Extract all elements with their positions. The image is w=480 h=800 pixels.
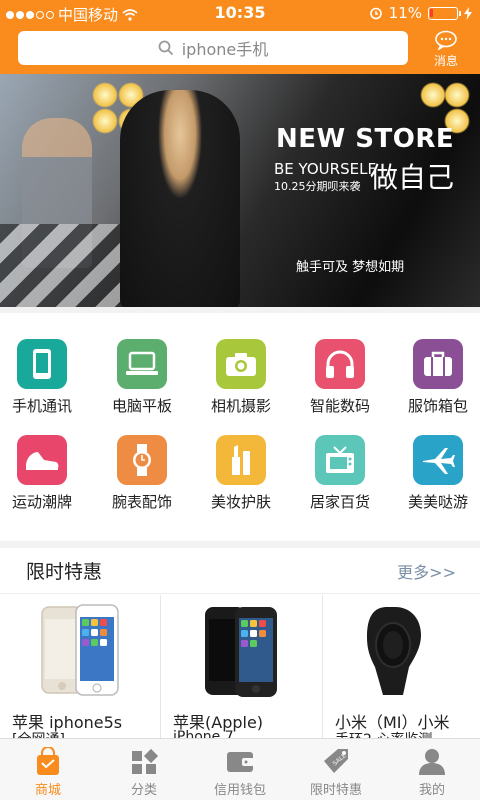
banner-big-text: 做自己 bbox=[370, 161, 455, 194]
product-image-iphone5s bbox=[41, 604, 119, 696]
category-watches[interactable]: 腕表配饰 bbox=[94, 435, 190, 535]
tab-label: 限时特惠 bbox=[309, 783, 362, 798]
banner-model-figure bbox=[120, 90, 240, 307]
status-bar: 中国移动 10:35 11% bbox=[0, 0, 480, 26]
category-travel[interactable]: 美美哒游 bbox=[390, 435, 480, 535]
tab-label: 分类 bbox=[130, 783, 157, 798]
battery-percent: 11% bbox=[388, 4, 422, 22]
category-computers[interactable]: 电脑平板 bbox=[94, 339, 190, 439]
sneaker-icon bbox=[17, 435, 67, 485]
product-card-mi-band[interactable]: 小米（MI）小米 手环2 心率监测 bbox=[323, 595, 480, 748]
lipstick-icon bbox=[216, 435, 266, 485]
wallet-icon bbox=[227, 752, 254, 772]
category-label: 美美哒游 bbox=[407, 493, 468, 511]
category-label: 美妆护肤 bbox=[210, 493, 271, 511]
flash-sale-section: 限时特惠 更多>> 苹果 iphone5s [全网通] bbox=[0, 548, 480, 748]
user-icon bbox=[419, 749, 445, 775]
laptop-icon bbox=[117, 339, 167, 389]
category-label: 运动潮牌 bbox=[11, 493, 72, 511]
watch-icon bbox=[117, 435, 167, 485]
search-box[interactable]: iphone手机 bbox=[18, 31, 408, 65]
clapperboard-graphic bbox=[0, 224, 130, 307]
battery-icon bbox=[428, 6, 461, 20]
search-icon bbox=[158, 40, 173, 56]
category-cameras[interactable]: 相机摄影 bbox=[193, 339, 289, 439]
tab-me[interactable]: 我的 bbox=[384, 739, 480, 800]
more-link[interactable]: 更多>> bbox=[397, 559, 456, 583]
category-home[interactable]: 居家百货 bbox=[292, 435, 388, 535]
chat-bubble-icon bbox=[435, 30, 457, 50]
category-label: 电脑平板 bbox=[111, 397, 172, 415]
tab-label: 商城 bbox=[34, 783, 61, 798]
search-placeholder: iphone手机 bbox=[181, 40, 269, 59]
tab-mall[interactable]: 商城 bbox=[0, 739, 96, 800]
category-digital[interactable]: 智能数码 bbox=[292, 339, 388, 439]
banner-tagline: 触手可及 梦想如期 bbox=[296, 260, 405, 275]
flash-sale-title: 限时特惠 bbox=[26, 561, 103, 583]
message-label: 消息 bbox=[433, 54, 458, 68]
bottom-tab-bar: 商城 分类 信用钱包 SALE 限时特惠 我的 bbox=[0, 738, 480, 800]
tab-categories[interactable]: 分类 bbox=[96, 739, 192, 800]
product-image-mi-band bbox=[367, 607, 421, 695]
grid-icon bbox=[132, 748, 159, 774]
product-card-iphone5s[interactable]: 苹果 iphone5s [全网通] bbox=[0, 595, 160, 748]
promo-banner[interactable]: NEW STORE BE YOURSELF 10.25分期呗来袭 做自己 触手可… bbox=[0, 74, 480, 307]
message-button[interactable]: 消息 bbox=[426, 30, 466, 70]
product-image-iphone7 bbox=[205, 607, 277, 697]
banner-headline: NEW STORE bbox=[276, 124, 455, 154]
category-phones[interactable]: 手机通讯 bbox=[0, 339, 90, 439]
category-apparel[interactable]: 服饰箱包 bbox=[390, 339, 480, 439]
airplane-icon bbox=[413, 435, 463, 485]
headphones-icon bbox=[315, 339, 365, 389]
tab-label: 信用钱包 bbox=[213, 783, 266, 798]
category-label: 服饰箱包 bbox=[407, 397, 468, 415]
tab-credit-wallet[interactable]: 信用钱包 bbox=[192, 739, 288, 800]
tv-icon bbox=[315, 435, 365, 485]
category-sports[interactable]: 运动潮牌 bbox=[0, 435, 90, 535]
tab-label: 我的 bbox=[418, 783, 445, 798]
tab-flash-sale[interactable]: SALE 限时特惠 bbox=[288, 739, 384, 800]
banner-line1: BE YOURSELF bbox=[274, 160, 377, 178]
category-label: 相机摄影 bbox=[210, 397, 271, 415]
charging-icon bbox=[464, 6, 472, 20]
category-label: 智能数码 bbox=[309, 397, 370, 415]
suitcase-icon bbox=[413, 339, 463, 389]
phone-icon bbox=[17, 339, 67, 389]
top-bar: 中国移动 10:35 11% iphone手机 消息 bbox=[0, 0, 480, 74]
sale-tag-icon: SALE bbox=[324, 749, 348, 773]
banner-line2: 10.25分期呗来袭 bbox=[274, 180, 361, 193]
camera-icon bbox=[216, 339, 266, 389]
shopping-bag-icon bbox=[37, 747, 59, 775]
alarm-icon bbox=[369, 7, 382, 20]
flash-sale-header: 限时特惠 更多>> bbox=[0, 548, 480, 594]
category-label: 手机通讯 bbox=[11, 397, 72, 415]
category-label: 腕表配饰 bbox=[111, 493, 172, 511]
category-beauty[interactable]: 美妆护肤 bbox=[193, 435, 289, 535]
category-grid: 手机通讯 电脑平板 相机摄影 智能数码 服饰箱包 运动潮牌 腕表配饰 美妆护肤 … bbox=[0, 313, 480, 541]
product-card-iphone7[interactable]: 苹果(Apple) iPhone 7 bbox=[161, 595, 321, 745]
category-label: 居家百货 bbox=[309, 493, 370, 511]
